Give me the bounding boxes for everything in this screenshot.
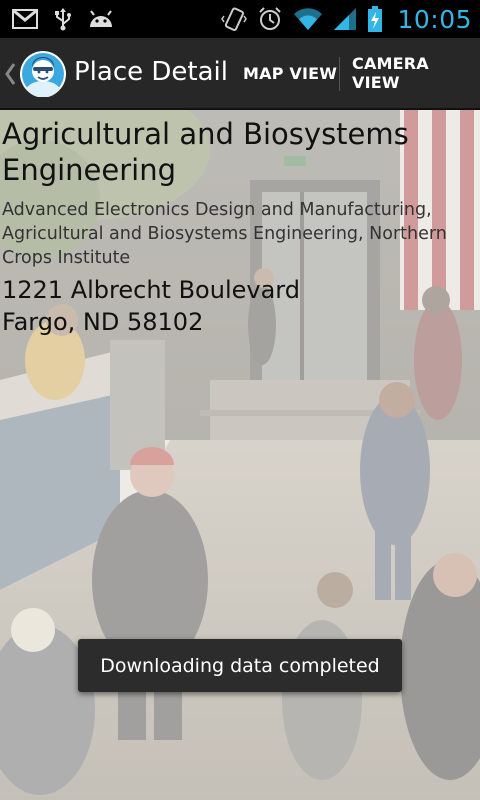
android-debug-icon — [88, 9, 114, 29]
toast-message: Downloading data completed — [100, 654, 380, 677]
phone-screen: 10:05 Place Detail MAP VIEW CAMERA VIEW … — [0, 0, 480, 800]
app-logo-icon[interactable] — [20, 51, 66, 98]
battery-charging-icon — [367, 5, 383, 33]
vibrate-icon — [221, 6, 248, 32]
alarm-icon — [257, 6, 283, 32]
address-city: Fargo, ND 58102 — [2, 308, 204, 336]
action-divider — [339, 57, 340, 91]
status-clock: 10:05 — [397, 4, 472, 34]
status-bar: 10:05 — [0, 0, 480, 38]
page-title: Place Detail — [74, 57, 228, 87]
place-name: Agricultural and Biosystems Engineering — [2, 117, 409, 187]
place-detail-content: Agricultural and Biosystems Engineering … — [0, 110, 480, 800]
wifi-icon — [293, 7, 323, 31]
camera-view-button[interactable]: CAMERA VIEW — [352, 38, 480, 108]
signal-icon — [333, 7, 357, 31]
action-bar: Place Detail MAP VIEW CAMERA VIEW — [0, 38, 480, 110]
gmail-icon — [12, 9, 38, 29]
up-chevron-icon[interactable] — [4, 62, 16, 90]
place-departments: Advanced Electronics Design and Manufact… — [2, 200, 447, 268]
toast-notification: Downloading data completed — [78, 639, 402, 692]
map-view-button[interactable]: MAP VIEW — [243, 38, 337, 108]
address-street: 1221 Albrecht Boulevard — [2, 276, 300, 304]
usb-icon — [54, 7, 72, 31]
